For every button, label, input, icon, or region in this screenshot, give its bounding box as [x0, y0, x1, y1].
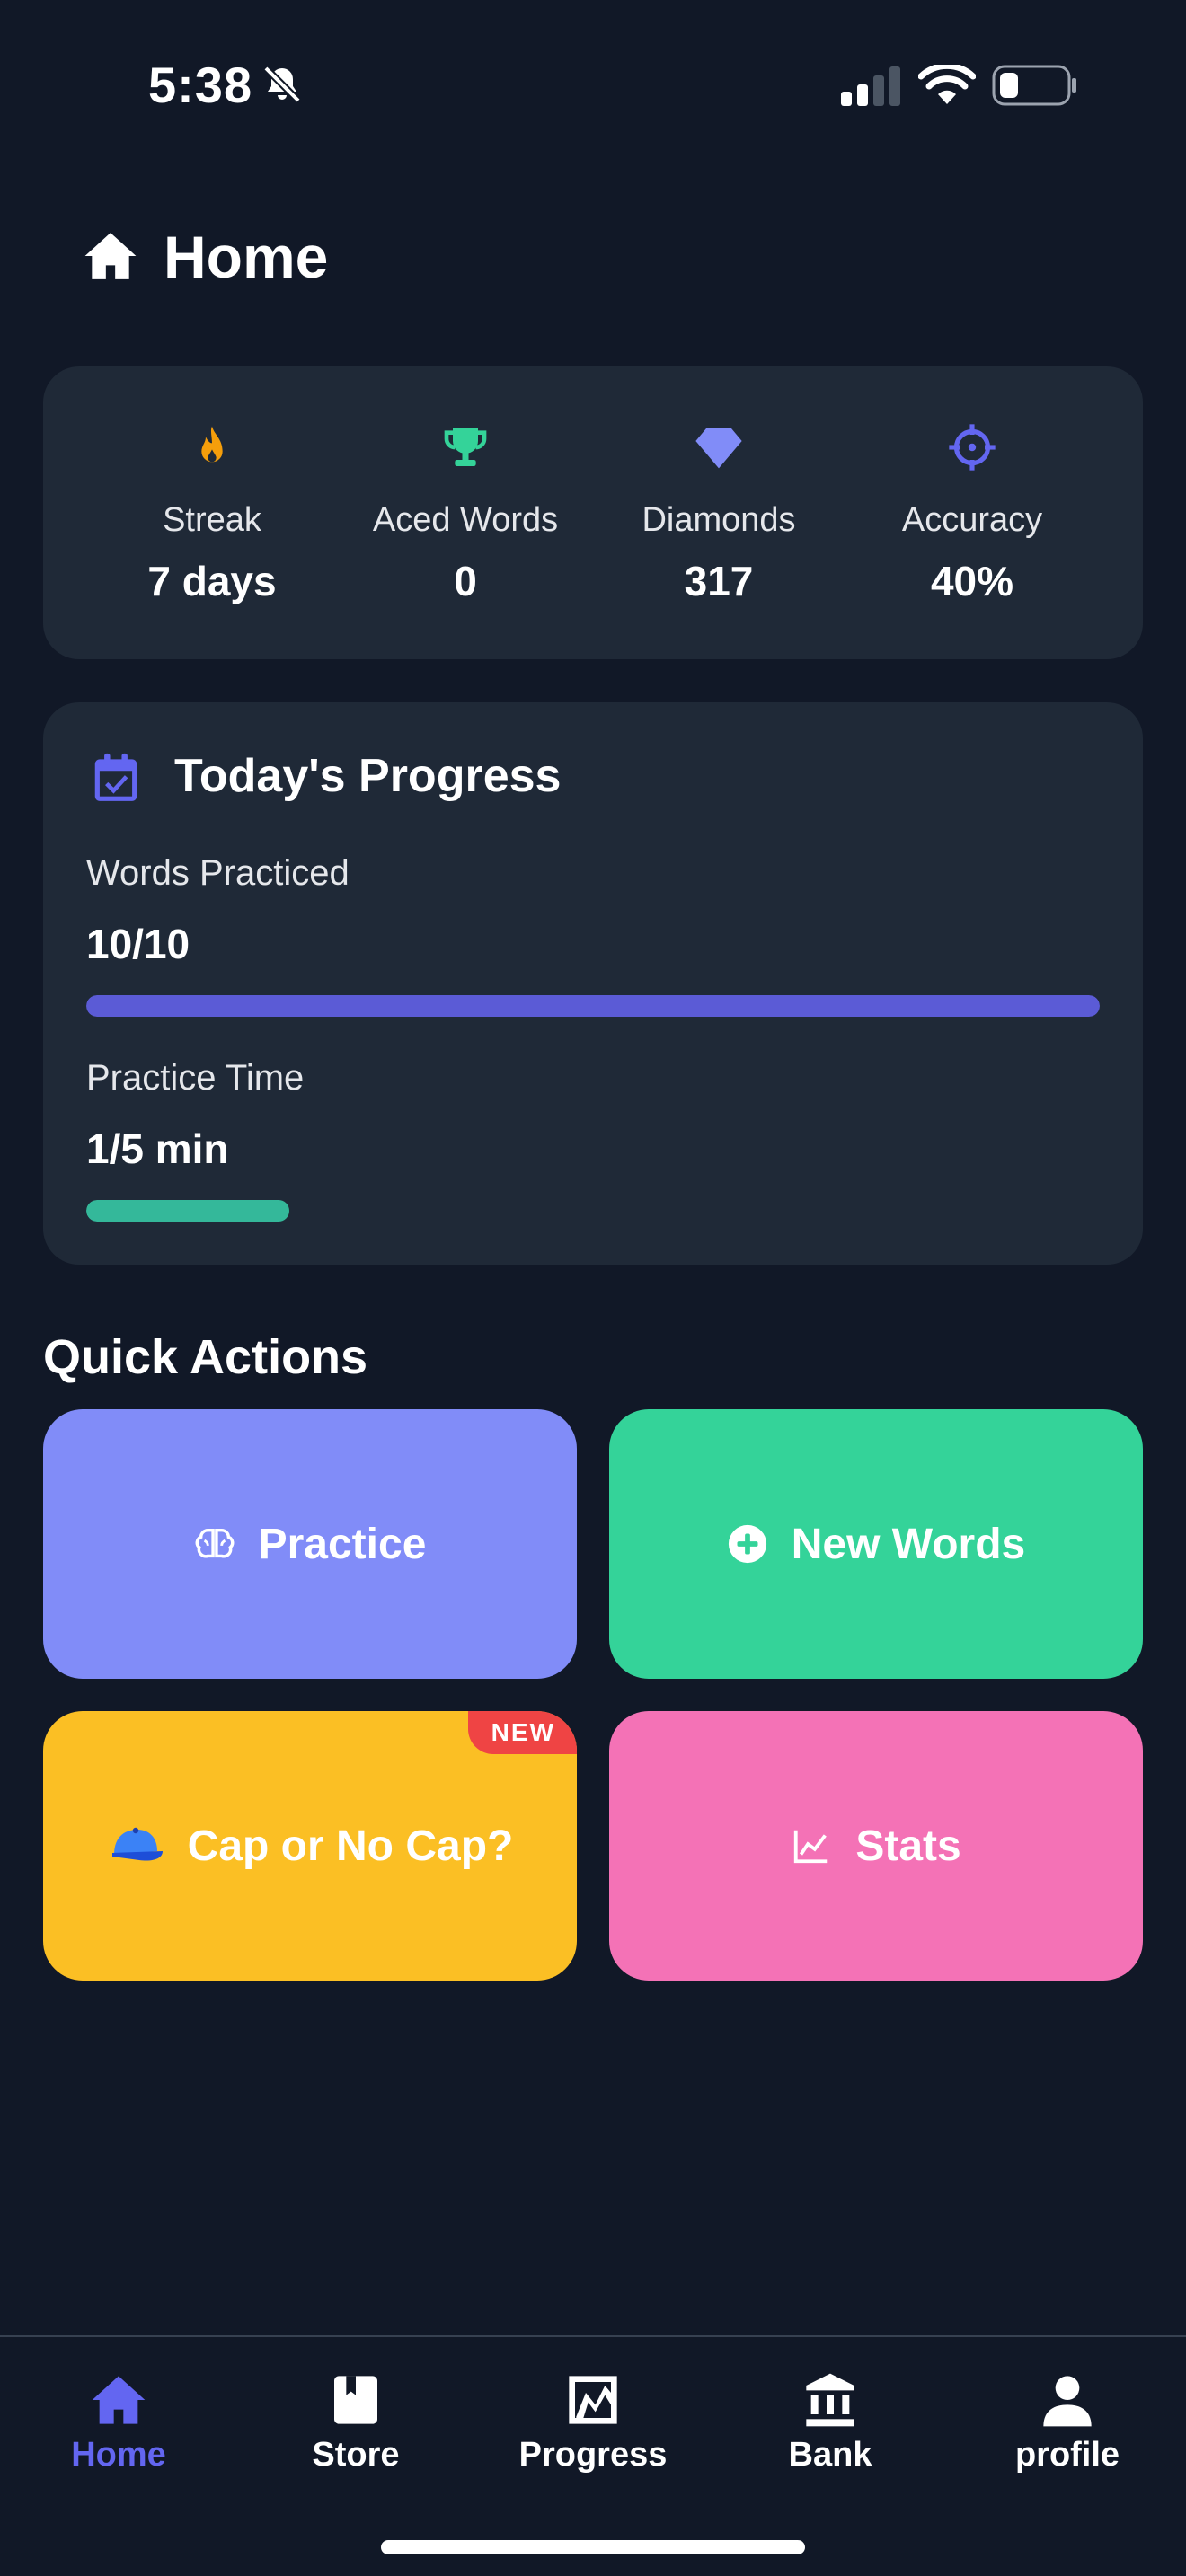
nav-item-profile[interactable]: profile	[949, 2362, 1186, 2488]
stat-aced-words: Aced Words 0	[340, 366, 591, 659]
bell-slash-icon	[263, 66, 301, 103]
person-icon	[1043, 2376, 1092, 2427]
todays-progress-card: Today's Progress Words Practiced 10/10 P…	[43, 702, 1143, 1265]
trophy-icon	[444, 428, 487, 466]
progress-title: Today's Progress	[174, 750, 562, 802]
nav-item-bank[interactable]: Bank	[712, 2362, 949, 2488]
new-words-button[interactable]: New Words	[609, 1409, 1143, 1679]
progress-label-words: Words Practiced	[86, 853, 350, 893]
stats-card: Streak 7 days Aced Words 0 Diamonds 317 …	[43, 366, 1143, 659]
home-indicator	[381, 2540, 805, 2554]
brain-icon	[195, 1528, 235, 1558]
stat-label: Streak	[163, 501, 261, 539]
stat-value: 7 days	[147, 558, 277, 604]
page-title: Home	[164, 224, 329, 290]
stat-accuracy: Accuracy 40%	[846, 366, 1098, 659]
stat-streak: Streak 7 days	[86, 366, 338, 659]
stat-label: Diamonds	[642, 501, 796, 539]
book-icon	[334, 2376, 377, 2424]
stat-diamonds: Diamonds 317	[593, 366, 845, 659]
diamond-icon	[695, 428, 742, 469]
quick-actions-title: Quick Actions	[43, 1330, 368, 1384]
new-badge: NEW	[467, 1711, 577, 1754]
crosshair-icon	[949, 424, 996, 471]
stat-value: 40%	[930, 558, 1014, 604]
cap-icon	[111, 1827, 163, 1861]
bank-icon	[806, 2373, 854, 2427]
home-icon	[92, 2376, 146, 2424]
stat-label: Accuracy	[901, 501, 1043, 539]
nav-item-progress[interactable]: Progress	[474, 2362, 712, 2488]
signal-icon	[841, 66, 900, 106]
progress-label-time: Practice Time	[86, 1058, 305, 1098]
plus-circle-icon	[728, 1524, 766, 1564]
nav-label: Progress	[518, 2436, 668, 2474]
nav-item-store[interactable]: Store	[237, 2362, 474, 2488]
nav-label: profile	[1014, 2436, 1120, 2474]
practice-button[interactable]: Practice	[43, 1409, 577, 1679]
chart-line-icon	[794, 1830, 828, 1864]
progress-chart-icon	[569, 2376, 617, 2424]
stats-label: Stats	[855, 1822, 961, 1870]
nav-label: Home	[71, 2436, 166, 2474]
cap-or-no-cap-label: Cap or No Cap?	[187, 1822, 514, 1870]
nav-label: Store	[312, 2436, 400, 2474]
status-time: 5:38	[148, 57, 253, 113]
wifi-icon	[918, 65, 976, 104]
nav-divider	[0, 2335, 1186, 2337]
flame-icon	[201, 426, 223, 463]
practice-label: Practice	[258, 1520, 427, 1568]
words-progress-fill	[86, 995, 1100, 1017]
words-progress-bar	[86, 995, 1100, 1017]
stat-value: 317	[684, 558, 754, 604]
calendar-check-icon	[94, 753, 137, 801]
stat-value: 0	[454, 558, 477, 604]
home-icon	[84, 233, 137, 279]
battery-icon	[992, 65, 1076, 106]
cap-or-no-cap-button[interactable]: Cap or No Cap? NEW	[43, 1711, 577, 1981]
progress-value-words: 10/10	[86, 921, 190, 967]
stat-label: Aced Words	[372, 501, 559, 539]
new-words-label: New Words	[791, 1520, 1026, 1568]
time-progress-fill	[86, 1200, 289, 1222]
progress-value-time: 1/5 min	[86, 1125, 229, 1172]
time-progress-bar	[86, 1200, 1100, 1222]
nav-item-home[interactable]: Home	[0, 2362, 237, 2488]
nav-label: Bank	[788, 2436, 872, 2474]
stats-button[interactable]: Stats	[609, 1711, 1143, 1981]
